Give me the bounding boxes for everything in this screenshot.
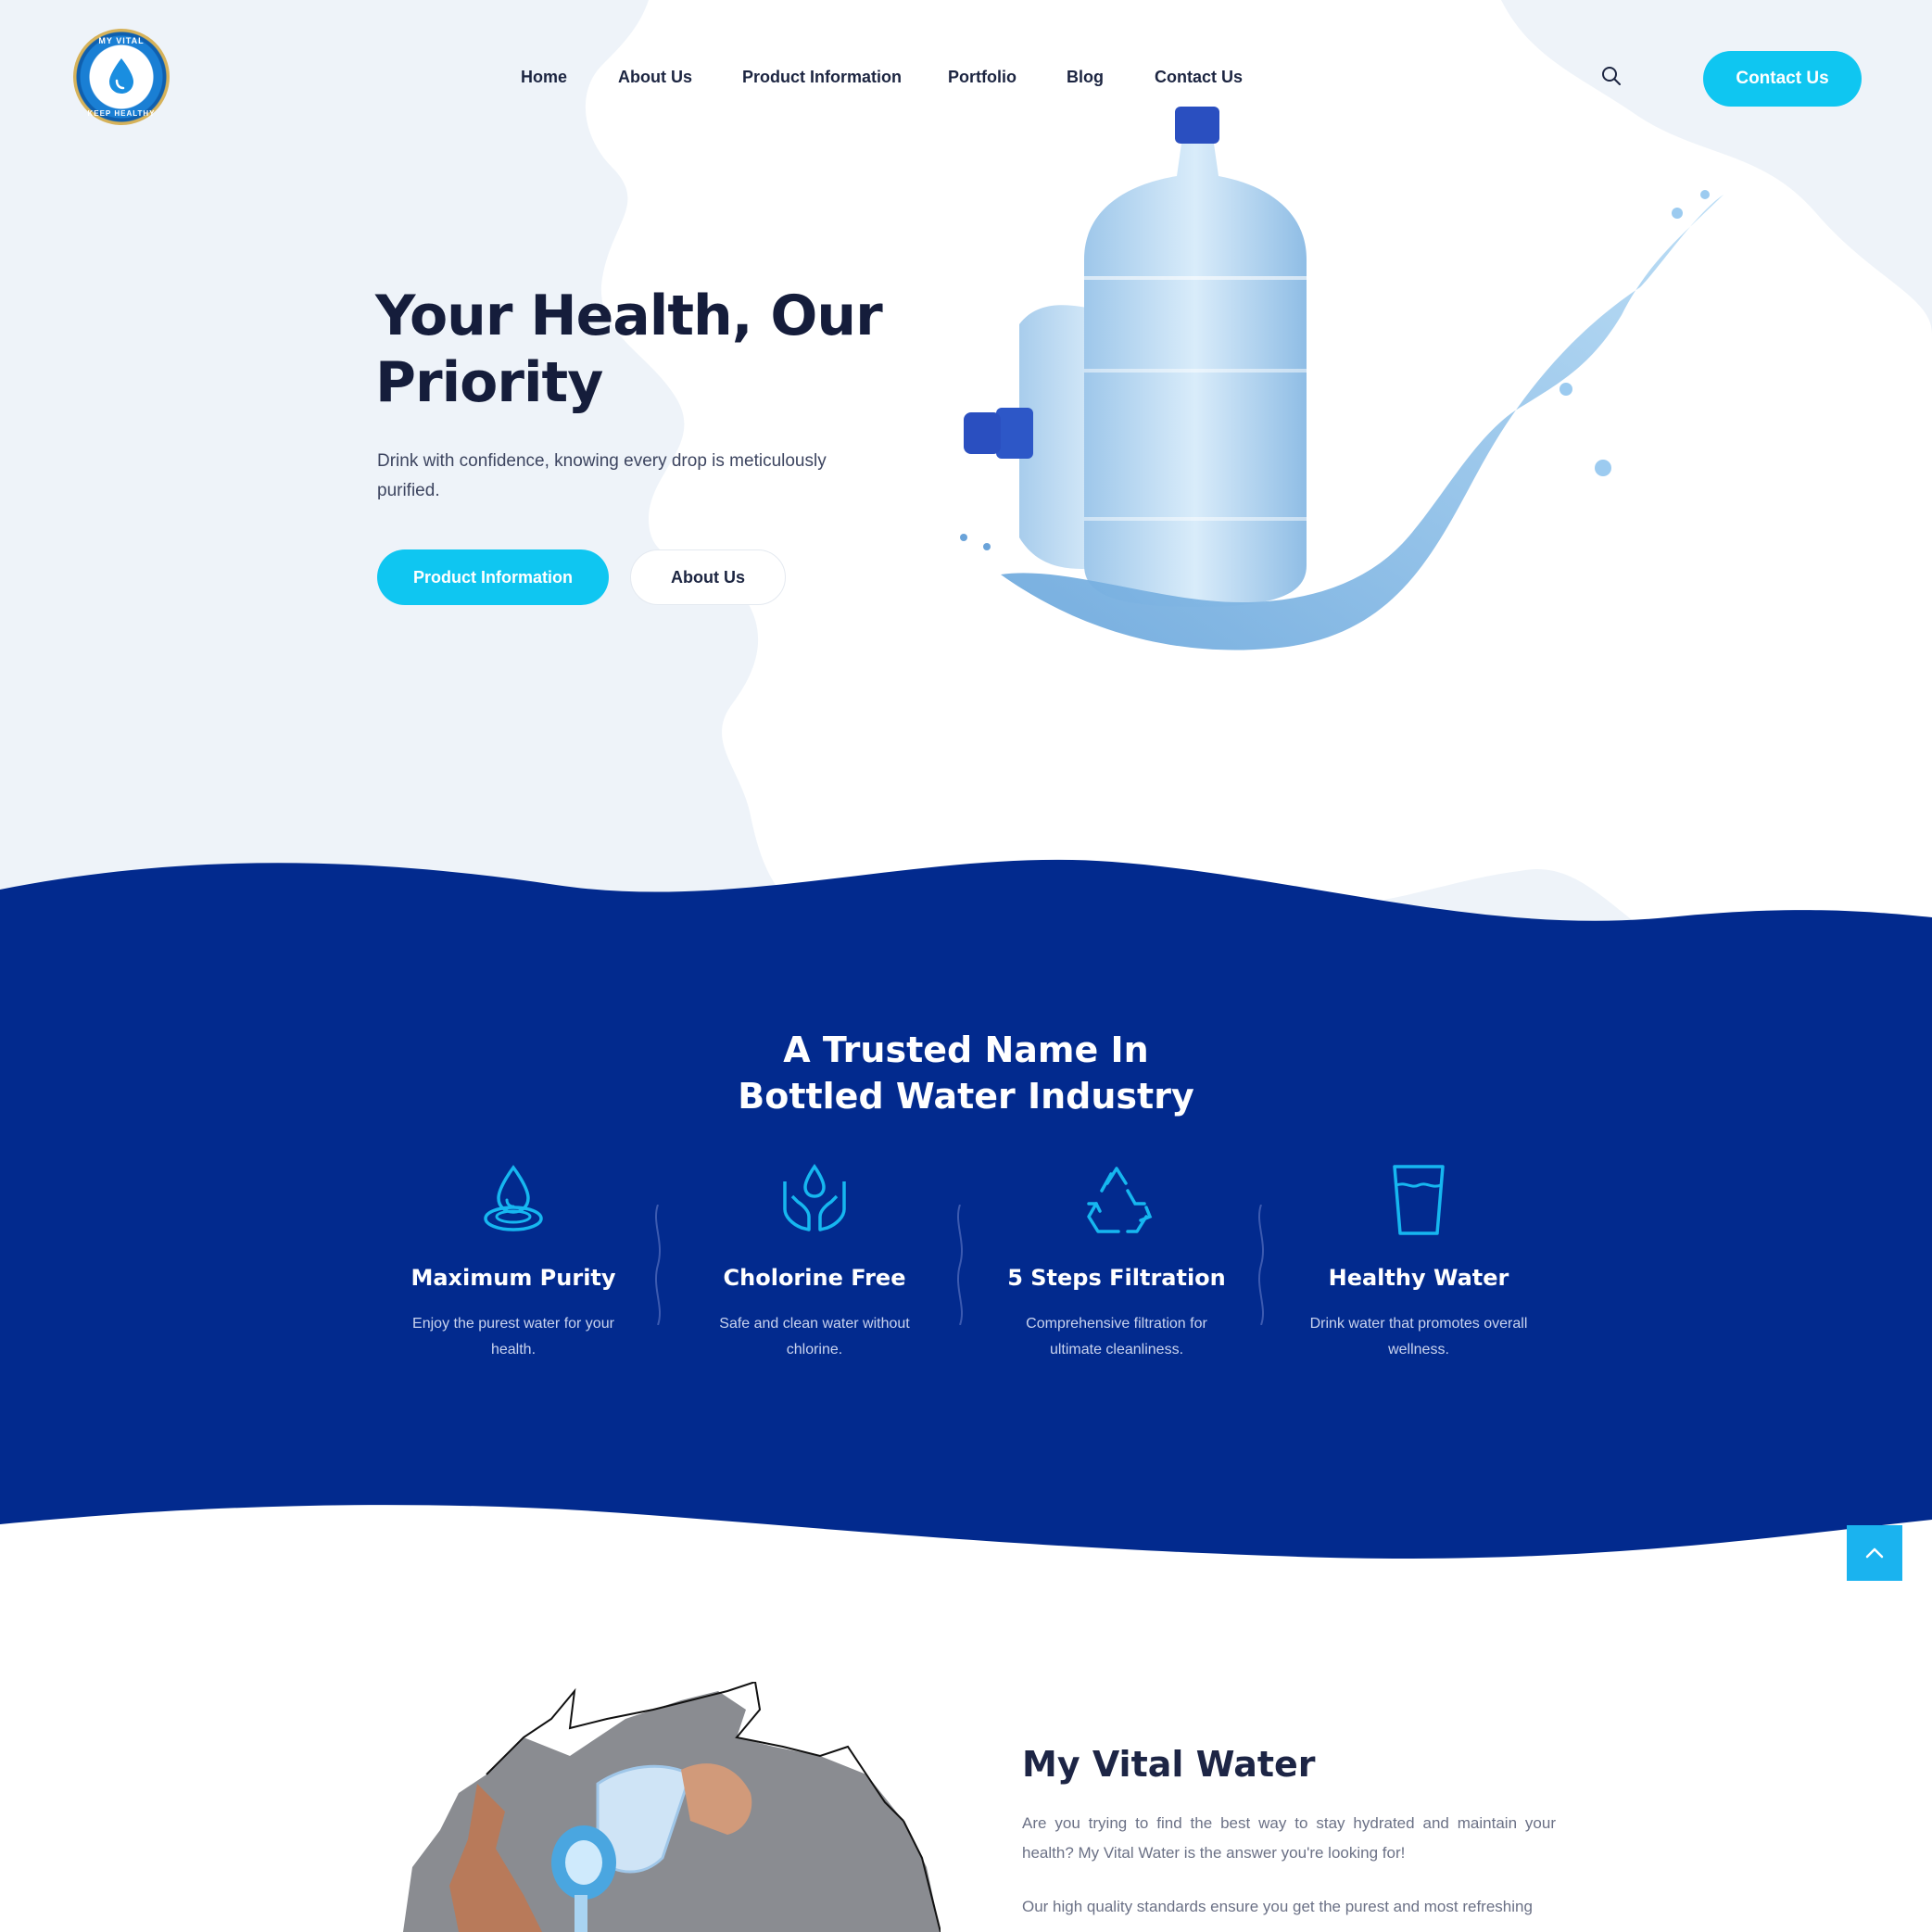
trusted-title-line2: Bottled Water Industry	[738, 1076, 1194, 1117]
water-drop-icon	[109, 58, 133, 94]
water-jug-splash-image	[960, 107, 1724, 650]
recycle-icon	[1087, 1167, 1153, 1233]
feature-five-steps-filtration: 5 Steps Filtration Comprehensive filtrat…	[996, 1163, 1237, 1363]
nav-portfolio[interactable]: Portfolio	[948, 68, 1017, 87]
trusted-section-title: A Trusted Name In Bottled Water Industry	[0, 1027, 1932, 1119]
nav-contact-us[interactable]: Contact Us	[1155, 68, 1243, 87]
features-band-background	[0, 859, 1932, 1559]
scroll-to-top-button[interactable]	[1847, 1525, 1902, 1581]
trusted-title-line1: A Trusted Name In	[783, 1029, 1149, 1070]
water-glass-icon	[1393, 1165, 1445, 1235]
product-information-button[interactable]: Product Information	[377, 549, 609, 605]
nav-about-us[interactable]: About Us	[618, 68, 692, 87]
feature-divider	[956, 1205, 964, 1325]
hero-subtitle: Drink with confidence, knowing every dro…	[377, 451, 827, 500]
brand-logo[interactable]: MY VITAL KEEP HEALTHY	[73, 29, 170, 125]
hero-title: Your Health, Our Priority	[375, 284, 883, 415]
feature-chlorine-free: Cholorine Free Safe and clean water with…	[694, 1163, 935, 1363]
contact-us-button[interactable]: Contact Us	[1703, 51, 1862, 107]
chevron-up-icon	[1865, 1547, 1884, 1559]
about-title: My Vital Water	[1022, 1744, 1316, 1785]
nav-blog[interactable]: Blog	[1067, 68, 1104, 87]
hands-drop-icon	[783, 1163, 846, 1231]
search-icon[interactable]	[1600, 65, 1623, 87]
water-drop-icon	[484, 1165, 543, 1231]
feature-divider	[654, 1205, 662, 1325]
about-paragraph-2: Our high quality standards ensure you ge…	[1022, 1898, 1533, 1915]
nav-product-information[interactable]: Product Information	[742, 68, 902, 87]
feature-maximum-purity: Maximum Purity Enjoy the purest water fo…	[393, 1163, 634, 1363]
about-paragraph-1: Are you trying to find the best way to s…	[1022, 1814, 1556, 1862]
hero-section: MY VITAL KEEP HEALTHY Home About Us Prod…	[0, 0, 1932, 927]
feature-divider	[1257, 1205, 1265, 1325]
pouring-water-map-image	[403, 1682, 941, 1932]
about-us-button[interactable]: About Us	[630, 549, 786, 605]
feature-healthy-water: Healthy Water Drink water that promotes …	[1298, 1163, 1539, 1363]
nav-home[interactable]: Home	[521, 68, 567, 87]
